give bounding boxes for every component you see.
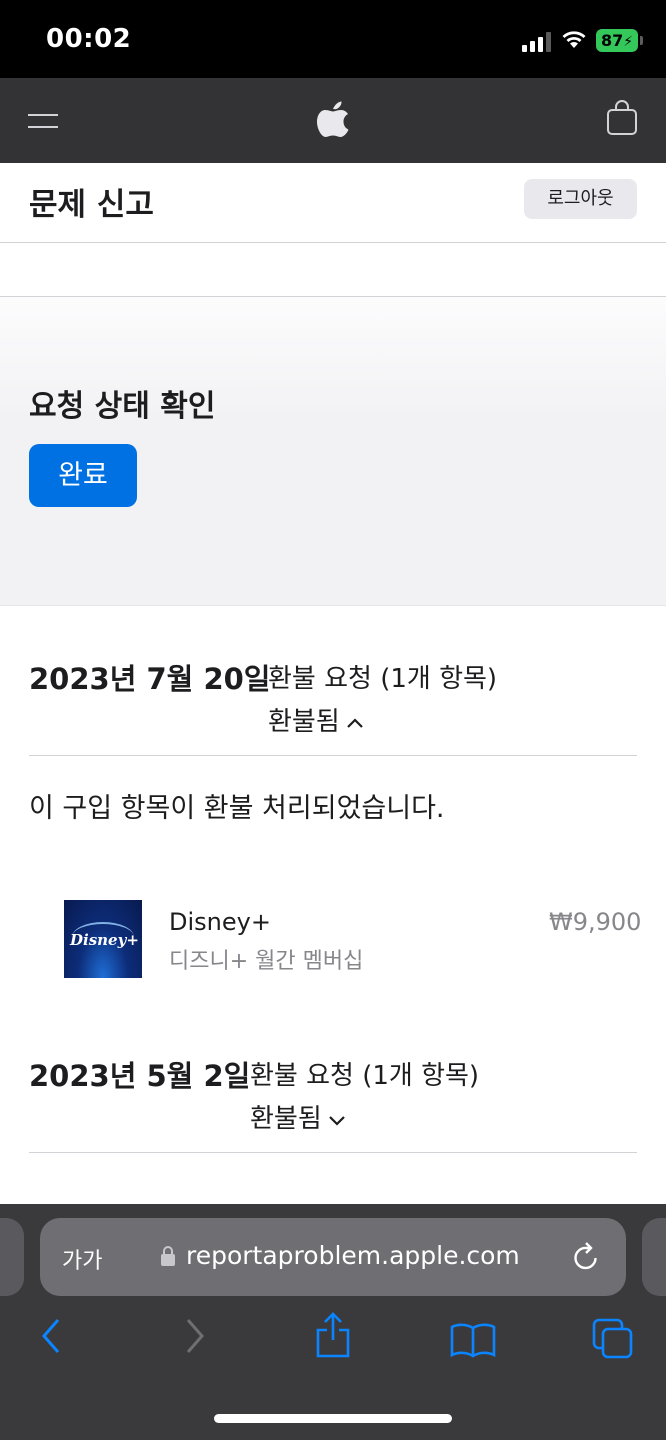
request-status-toggle[interactable]: 환불됨: [268, 701, 364, 738]
home-indicator[interactable]: [214, 1414, 452, 1423]
battery-cap: [640, 36, 643, 45]
share-icon[interactable]: [314, 1312, 352, 1358]
apple-global-nav: [0, 78, 666, 163]
request-date: 2023년 7월 20일: [29, 662, 271, 696]
request-type: 환불 요청 (1개 항목): [250, 1061, 480, 1091]
chevron-up-icon: [346, 717, 363, 728]
request-type: 환불 요청 (1개 항목): [268, 664, 498, 694]
apple-logo-icon[interactable]: [316, 98, 350, 138]
address-bar[interactable]: 가가 reportaproblem.apple.com: [40, 1218, 626, 1296]
forward-icon[interactable]: [182, 1316, 208, 1356]
request-status-section: 요청 상태 확인 완료: [0, 297, 666, 606]
page-header: 문제 신고 로그아웃: [0, 163, 666, 243]
status-heading: 요청 상태 확인: [29, 389, 216, 424]
request-date: 2023년 5월 2일: [29, 1059, 251, 1093]
shopping-bag-icon[interactable]: [606, 100, 638, 136]
reload-icon[interactable]: [571, 1241, 601, 1273]
cellular-signal-icon: [522, 32, 552, 52]
browser-toolbar: 가가 reportaproblem.apple.com: [0, 1204, 666, 1440]
next-tab-preview[interactable]: [642, 1218, 666, 1296]
done-button[interactable]: 완료: [29, 444, 137, 507]
wifi-icon: [562, 31, 586, 48]
text-size-button[interactable]: 가가: [62, 1243, 102, 1275]
thumbnail-logo-text: Disney+: [70, 931, 139, 949]
request-status-toggle[interactable]: 환불됨: [250, 1098, 346, 1135]
item-description: 디즈니+ 월간 멤버십: [169, 949, 364, 974]
status-time: 00:02: [46, 24, 132, 54]
previous-tab-preview[interactable]: [0, 1218, 24, 1296]
battery-charging-icon: 87⚡: [596, 29, 638, 52]
back-icon[interactable]: [38, 1316, 64, 1356]
url-text: reportaproblem.apple.com: [186, 1241, 520, 1270]
sign-out-button[interactable]: 로그아웃: [524, 179, 637, 219]
item-name: Disney+: [169, 908, 271, 936]
battery-level: 87: [600, 31, 624, 50]
tabs-icon[interactable]: [592, 1318, 634, 1360]
status-bar: 00:02 87⚡: [0, 0, 666, 78]
menu-icon[interactable]: [28, 112, 60, 130]
request-status: 환불됨: [250, 1104, 322, 1134]
chevron-down-icon: [328, 1115, 345, 1126]
bookmarks-icon[interactable]: [450, 1322, 496, 1358]
lock-icon: [161, 1246, 175, 1266]
divider: [29, 755, 637, 756]
request-status: 환불됨: [268, 707, 340, 737]
refund-message: 이 구입 항목이 환불 처리되었습니다.: [29, 793, 445, 824]
disney-plus-thumbnail: Disney+: [64, 900, 142, 978]
divider: [29, 1152, 637, 1153]
item-price: ₩9,900: [549, 908, 642, 936]
page-title: 문제 신고: [29, 187, 154, 223]
